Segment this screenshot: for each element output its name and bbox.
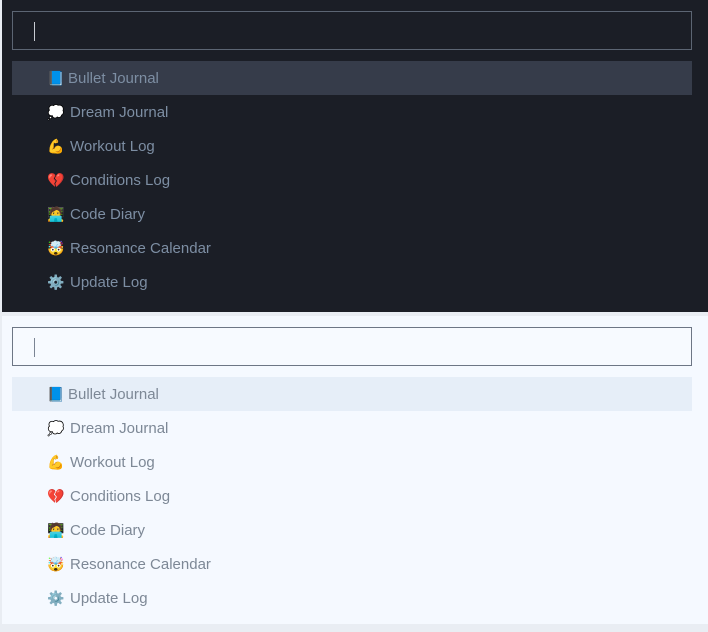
exploding-head-icon: 🤯 (47, 555, 65, 572)
list-item[interactable]: 💔 Conditions Log (12, 479, 692, 513)
gear-icon: ⚙️ (47, 273, 65, 290)
item-label: Dream Journal (70, 103, 169, 121)
flexed-biceps-icon: 💪 (47, 453, 65, 470)
list-item[interactable]: 💔 Conditions Log (12, 163, 692, 197)
blue-book-icon: 📘 (47, 385, 65, 402)
item-label: Code Diary (70, 521, 146, 539)
flexed-biceps-icon: 💪 (47, 137, 65, 154)
item-label: Bullet Journal (68, 385, 159, 403)
item-label: Resonance Calendar (70, 555, 211, 573)
light-command-palette: 📘 Bullet Journal 💭 Dream Journal 💪 Workout Lo… (2, 316, 708, 624)
list-item[interactable]: 📘 Bullet Journal (12, 377, 692, 411)
item-label: Bullet Journal (68, 69, 159, 87)
list-item[interactable]: 📘 Bullet Journal (12, 61, 692, 95)
item-label: Dream Journal (70, 419, 169, 437)
item-label: Update Log (70, 589, 148, 607)
results-list: 📘 Bullet Journal 💭 Dream Journal 💪 Workout Lo… (12, 377, 692, 615)
item-label: Conditions Log (70, 487, 171, 505)
thought-balloon-icon: 💭 (47, 419, 65, 436)
search-input[interactable] (12, 327, 692, 366)
list-item[interactable]: 💪 Workout Log (12, 129, 692, 163)
exploding-head-icon: 🤯 (47, 239, 65, 256)
results-list: 📘 Bullet Journal 💭 Dream Journal 💪 Workout Lo… (12, 61, 692, 299)
search-input[interactable] (12, 11, 692, 50)
text-caret (34, 338, 35, 357)
dark-command-palette: 📘 Bullet Journal 💭 Dream Journal 💪 Workout Lo… (2, 0, 708, 312)
technologist-icon: 🧑‍💻 (47, 205, 65, 222)
item-label: Update Log (70, 273, 148, 291)
list-item[interactable]: 🤯 Resonance Calendar (12, 231, 692, 265)
list-item[interactable]: 💭 Dream Journal (12, 95, 692, 129)
item-label: Conditions Log (70, 171, 171, 189)
item-label: Resonance Calendar (70, 239, 211, 257)
item-label: Code Diary (70, 205, 146, 223)
list-item[interactable]: ⚙️ Update Log (12, 581, 692, 615)
gear-icon: ⚙️ (47, 589, 65, 606)
broken-heart-icon: 💔 (47, 487, 65, 504)
item-label: Workout Log (70, 137, 155, 155)
list-item[interactable]: 🤯 Resonance Calendar (12, 547, 692, 581)
text-caret (34, 22, 35, 41)
thought-balloon-icon: 💭 (47, 103, 65, 120)
list-item[interactable]: 💪 Workout Log (12, 445, 692, 479)
list-item[interactable]: 💭 Dream Journal (12, 411, 692, 445)
technologist-icon: 🧑‍💻 (47, 521, 65, 538)
list-item[interactable]: 🧑‍💻 Code Diary (12, 197, 692, 231)
blue-book-icon: 📘 (47, 69, 65, 86)
broken-heart-icon: 💔 (47, 171, 65, 188)
list-item[interactable]: ⚙️ Update Log (12, 265, 692, 299)
list-item[interactable]: 🧑‍💻 Code Diary (12, 513, 692, 547)
item-label: Workout Log (70, 453, 155, 471)
